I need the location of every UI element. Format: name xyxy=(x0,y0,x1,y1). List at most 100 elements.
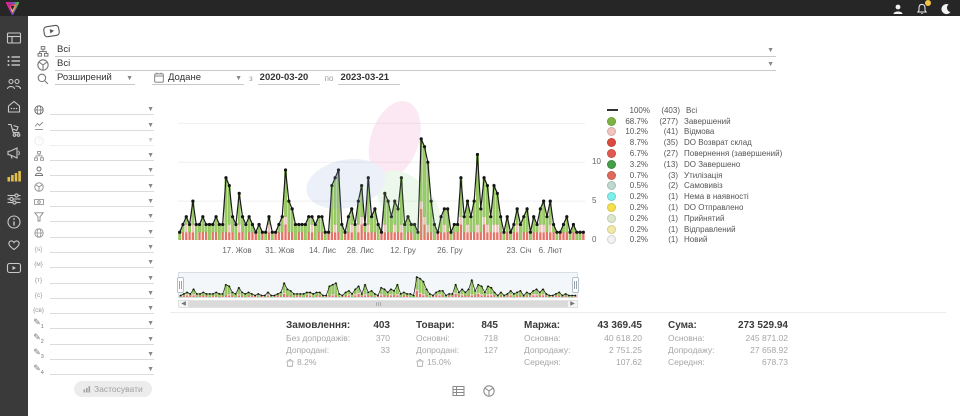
legend-percent: 6.7% xyxy=(620,149,648,158)
sidebar-item-logistics[interactable] xyxy=(6,122,22,138)
legend-dot-swatch xyxy=(607,117,616,126)
x-tick-label: 26. Гру xyxy=(437,246,463,255)
legend-item-7[interactable]: 0.7%(3)Утилізація xyxy=(607,170,782,181)
filter-row-13: {с}▼ xyxy=(32,284,154,299)
filter-select-13[interactable]: ▼ xyxy=(50,287,154,299)
notifications-bell-icon[interactable] xyxy=(916,2,928,14)
upsell-bag-icon xyxy=(416,358,424,367)
filter-select-9[interactable]: ▼ xyxy=(50,226,154,238)
status-filter-select[interactable]: Всі▼ xyxy=(55,44,776,57)
legend-label: Повернення (завершений) xyxy=(684,149,782,158)
chart-scrollbar[interactable]: ◀ ▶ xyxy=(178,300,578,308)
stat-sub-value: 718 xyxy=(484,333,498,343)
legend-item-2[interactable]: 68.7%(277)Завершений xyxy=(607,116,782,127)
brush-handle-right[interactable] xyxy=(572,277,579,293)
filter-select-16[interactable]: ▼ xyxy=(50,333,154,345)
apply-button[interactable]: Застосувати xyxy=(74,381,152,397)
legend-item-12[interactable]: 0.2%(1)Відправлений xyxy=(607,224,782,235)
sidebar-item-info[interactable] xyxy=(6,214,22,230)
filter-select-1[interactable]: ▼ xyxy=(50,103,154,115)
scroll-right-icon[interactable]: ▶ xyxy=(568,301,577,307)
stat-sub-label: Допродажу: xyxy=(668,345,715,355)
x-tick-label: 12. Гру xyxy=(390,246,416,255)
filter-select-6[interactable]: ▼ xyxy=(50,180,154,192)
sidebar-item-settings[interactable] xyxy=(6,191,22,207)
legend-item-5[interactable]: 6.7%(27)Повернення (завершений) xyxy=(607,148,782,159)
stat-sub-label: Допродані: xyxy=(416,345,459,355)
date-field-select[interactable]: Додане ▼ xyxy=(152,72,244,85)
legend-item-10[interactable]: 0.2%(1)DO Отправлено xyxy=(607,202,782,213)
filter-sidebar: ▼▼?▼▼▼▼▼▼▼{s}▼{м}▼{т}▼{с}▼{св}▼✎1▼✎2▼✎3▼… xyxy=(32,100,154,375)
user-avatar-icon[interactable] xyxy=(892,2,904,14)
legend-dot-swatch xyxy=(607,203,616,212)
filter-select-15[interactable]: ▼ xyxy=(50,317,154,329)
products-view-icon[interactable] xyxy=(483,384,496,396)
date-to-input[interactable]: 2023-03-21 xyxy=(338,72,400,85)
search-filter-row: Розширений▼ Додане ▼ з 2020-03-20 по 202… xyxy=(36,72,400,85)
filter-select-18[interactable]: ▼ xyxy=(50,363,154,375)
date-from-input[interactable]: 2020-03-20 xyxy=(258,72,320,85)
legend-percent: 0.2% xyxy=(620,214,648,223)
app-logo-icon[interactable] xyxy=(6,2,19,15)
filter-select-14[interactable]: ▼ xyxy=(50,302,154,314)
legend-item-13[interactable]: 0.2%(1)Новий xyxy=(607,235,782,246)
program-video-icon[interactable] xyxy=(43,24,61,43)
legend-dot-swatch xyxy=(607,235,616,244)
filter-select-11[interactable]: ▼ xyxy=(50,256,154,268)
sidebar-item-orders[interactable] xyxy=(6,53,22,69)
legend-item-11[interactable]: 0.2%(1)Прийнятий xyxy=(607,213,782,224)
legend-count: (35) xyxy=(652,138,678,147)
legend-item-9[interactable]: 0.2%(1)Нема в наявності xyxy=(607,191,782,202)
filter-row-15: ✎1▼ xyxy=(32,314,154,329)
chevron-down-icon: ▼ xyxy=(147,212,154,221)
chevron-down-icon: ▼ xyxy=(147,136,154,145)
filter-select-8[interactable]: ▼ xyxy=(50,210,154,222)
sidebar-item-analytics[interactable] xyxy=(6,168,22,184)
legend-item-6[interactable]: 3.2%(13)DO Завершено xyxy=(607,159,782,170)
sidebar-item-dashboard[interactable] xyxy=(6,30,22,46)
filter-select-10[interactable]: ▼ xyxy=(50,241,154,253)
table-view-icon[interactable] xyxy=(452,384,465,396)
stat-sub-value: 127 xyxy=(484,345,498,355)
sidebar-item-video-tutorials[interactable] xyxy=(6,260,22,276)
stat-sub-label: Основні: xyxy=(416,333,450,343)
product-filter-select[interactable]: Всі▼ xyxy=(55,58,776,71)
x-tick-label: 14. Лис xyxy=(309,246,336,255)
legend-dot-swatch xyxy=(607,127,616,136)
brush-handle-left[interactable] xyxy=(177,277,184,293)
main-chart-canvas[interactable] xyxy=(178,100,585,240)
scroll-left-icon[interactable]: ◀ xyxy=(179,301,188,307)
sidebar-item-marketing[interactable] xyxy=(6,145,22,161)
chevron-down-icon: ▼ xyxy=(147,243,154,252)
globe2-icon xyxy=(32,227,45,238)
filter-select-17[interactable]: ▼ xyxy=(50,348,154,360)
filter-row-2: ▼ xyxy=(32,115,154,130)
navigator-canvas xyxy=(179,274,577,298)
legend-item-3[interactable]: 10.2%(41)Відмова xyxy=(607,127,782,138)
chart-navigator[interactable] xyxy=(178,272,578,298)
stat-column-1: Замовлення:403Без допродажів:370Допродан… xyxy=(286,320,390,367)
scrollbar-thumb[interactable] xyxy=(188,301,568,307)
chevron-down-icon: ▼ xyxy=(147,197,154,206)
filter-select-4[interactable]: ▼ xyxy=(50,149,154,161)
filter-select-5[interactable]: ▼ xyxy=(50,164,154,176)
sidebar-item-clients[interactable] xyxy=(6,76,22,92)
legend-item-8[interactable]: 0.5%(2)Самовивіз xyxy=(607,181,782,192)
legend-item-1[interactable]: 100%(403)Всі xyxy=(607,105,782,116)
upsell-rate: 8.2% xyxy=(297,357,316,367)
filter-select-3[interactable]: ▼ xyxy=(50,134,154,146)
filter-select-7[interactable]: ▼ xyxy=(50,195,154,207)
chevron-down-icon: ▼ xyxy=(147,274,154,283)
orders-chart[interactable] xyxy=(178,100,585,240)
legend-count: (277) xyxy=(652,117,678,126)
legend-item-4[interactable]: 8.7%(35)DO Возврат склад xyxy=(607,137,782,148)
stat-sub-value: 33 xyxy=(381,345,390,355)
filter-row-9: ▼ xyxy=(32,222,154,237)
sidebar-item-store[interactable] xyxy=(6,99,22,115)
filter-select-12[interactable]: ▼ xyxy=(50,272,154,284)
filter-select-2[interactable]: ▼ xyxy=(50,119,154,131)
night-mode-icon[interactable] xyxy=(940,2,952,14)
sidebar-item-donate[interactable] xyxy=(6,237,22,253)
search-mode-select[interactable]: Розширений▼ xyxy=(55,72,135,85)
stat-sub-value: 678.73 xyxy=(762,357,788,367)
